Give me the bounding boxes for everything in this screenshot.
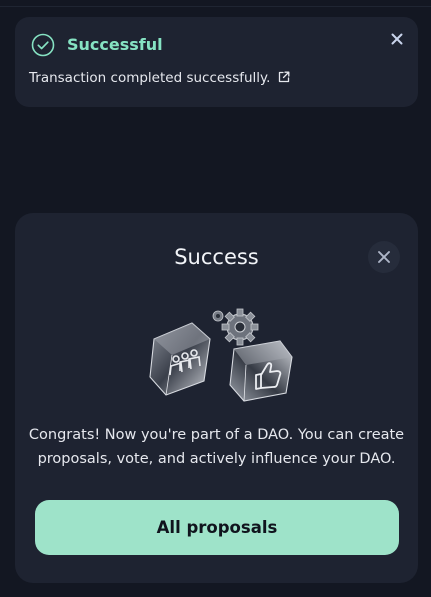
- success-modal: Success Congrats! Now you're part of a D…: [15, 213, 418, 583]
- toast-title: Successful: [67, 35, 163, 54]
- thumbs-up-cube-icon: [229, 340, 293, 402]
- all-proposals-button[interactable]: All proposals: [35, 500, 399, 555]
- dao-cubes-illustration: [149, 308, 293, 402]
- toast-message-row: Transaction completed successfully.: [29, 69, 290, 87]
- close-icon[interactable]: [389, 31, 405, 47]
- modal-message: Congrats! Now you're part of a DAO. You …: [28, 427, 405, 467]
- modal-title: Success: [174, 245, 259, 269]
- small-gear-icon: [212, 310, 224, 322]
- external-link-icon[interactable]: [278, 71, 290, 83]
- gear-icon: [221, 308, 259, 346]
- toast-message: Transaction completed successfully.: [29, 70, 271, 86]
- modal-close-button[interactable]: [368, 241, 400, 273]
- success-toast: Successful Transaction completed success…: [15, 17, 418, 107]
- top-divider: [0, 6, 431, 7]
- check-circle-icon: [31, 33, 55, 57]
- close-icon: [378, 251, 390, 263]
- members-cube-icon: [149, 322, 211, 396]
